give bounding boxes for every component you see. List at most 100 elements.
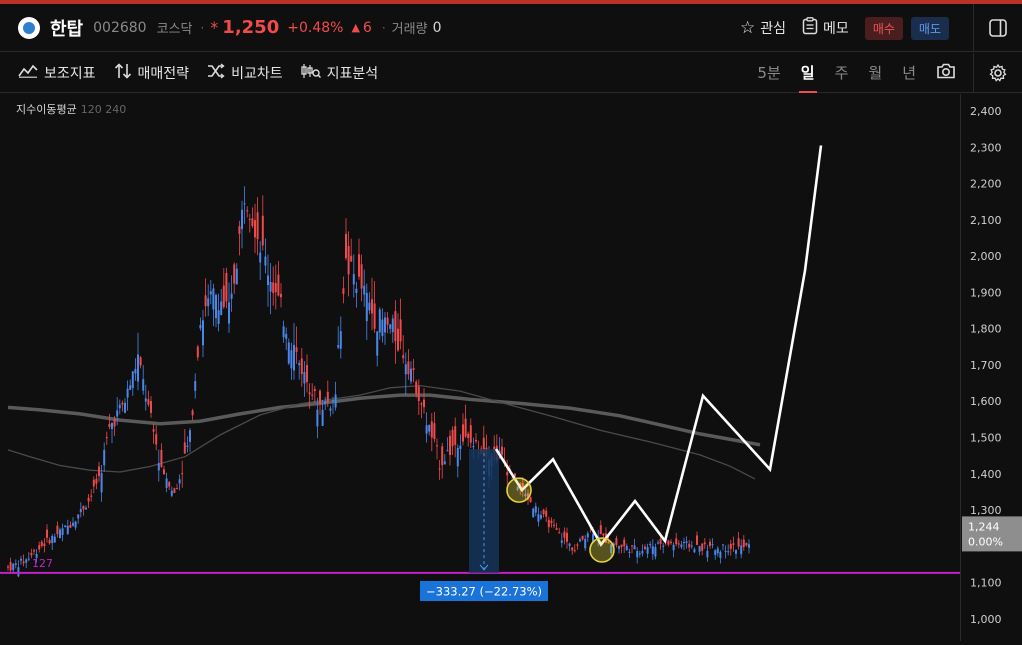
candle-body xyxy=(14,563,17,565)
candle-body xyxy=(651,546,654,554)
candle-body xyxy=(464,418,467,437)
candle-body xyxy=(472,446,475,448)
candle-body xyxy=(740,545,743,555)
candle-body xyxy=(129,385,132,390)
analysis-button[interactable]: 지표분석 xyxy=(300,63,378,83)
compare-button[interactable]: 비교차트 xyxy=(207,62,283,83)
candle-body xyxy=(170,490,173,496)
memo-button[interactable]: 메모 xyxy=(802,16,849,40)
candle-body xyxy=(545,510,548,517)
period-year[interactable]: 년 xyxy=(902,53,916,93)
candle-body xyxy=(152,429,155,432)
indicator-button[interactable]: 보조지표 xyxy=(18,63,96,83)
projection-path[interactable] xyxy=(494,145,823,547)
candle-body xyxy=(277,274,280,296)
highlight-circle[interactable] xyxy=(589,537,615,563)
chart-toolbar: 보조지표 매매전략 비교차트 지표분석 5분 일 주 월 년 xyxy=(0,53,1022,93)
candle-body xyxy=(709,541,711,546)
candle-body xyxy=(74,521,77,528)
candle-body xyxy=(113,418,116,427)
compare-label: 비교차트 xyxy=(231,65,283,82)
candle-body xyxy=(722,544,724,546)
candle-body xyxy=(646,547,649,554)
candle-body xyxy=(719,551,722,558)
candle-body xyxy=(287,342,290,364)
period-day[interactable]: 일 xyxy=(798,53,817,93)
candle-body xyxy=(365,292,368,322)
ema-120-line xyxy=(7,384,756,480)
candle-body xyxy=(92,479,95,487)
candle-body xyxy=(404,364,407,375)
chart-canvas[interactable]: 2,400 2,300 2,200 2,100 2,000 1,900 1,800 1,700… xyxy=(0,94,1022,641)
indicator-label: 보조지표 xyxy=(44,65,96,82)
candle-body xyxy=(207,298,210,307)
panel-layout-icon xyxy=(989,19,1007,37)
period-month[interactable]: 월 xyxy=(868,53,882,93)
candle-body xyxy=(360,264,363,289)
candle-body xyxy=(675,538,678,545)
candle-body xyxy=(222,285,225,307)
candle-body xyxy=(685,541,688,543)
candle-body xyxy=(43,543,46,547)
ma-legend-name: 지수이동평균 xyxy=(16,103,77,116)
side-panel-toggle[interactable] xyxy=(974,19,1022,37)
candle-body xyxy=(724,550,727,552)
period-week[interactable]: 주 xyxy=(835,53,849,93)
candle-body xyxy=(319,390,321,404)
candle-body xyxy=(298,363,301,366)
settings-button[interactable] xyxy=(973,53,1022,93)
candle-body xyxy=(412,368,415,370)
candle-body xyxy=(711,544,714,546)
candle-body xyxy=(467,433,470,438)
candle-body xyxy=(7,566,9,568)
moving-average-legend[interactable]: 지수이동평균 120 240 xyxy=(16,101,126,117)
candle-body xyxy=(529,497,532,502)
candle-body xyxy=(436,445,438,447)
candle-body xyxy=(204,295,207,307)
strategy-button[interactable]: 매매전략 xyxy=(114,62,189,83)
candle-body xyxy=(732,543,735,545)
period-5min[interactable]: 5분 xyxy=(757,53,780,93)
candle-body xyxy=(641,550,644,554)
buy-button[interactable]: 매수 xyxy=(864,16,903,40)
candle-body xyxy=(264,256,267,266)
candle-body xyxy=(628,551,631,553)
candle-body xyxy=(368,302,371,311)
candle-body xyxy=(501,446,503,455)
price-tick-label: 2,400 xyxy=(970,105,1002,118)
candle-body xyxy=(657,542,659,544)
candle-body xyxy=(178,479,181,484)
candle-body xyxy=(358,254,360,277)
candle-body xyxy=(131,371,134,389)
candle-body xyxy=(659,538,662,544)
candle-body xyxy=(9,562,12,571)
price-chart[interactable]: 지수이동평균 120 240 2,400 2,300 2,200 2,100 2,000 1… xyxy=(0,94,1022,641)
candle-body xyxy=(644,546,646,549)
candle-body xyxy=(576,544,579,546)
memo-label: 메모 xyxy=(823,21,849,37)
candle-body xyxy=(332,400,334,402)
candle-body xyxy=(25,559,28,563)
candle-body xyxy=(137,354,139,382)
candle-body xyxy=(69,525,72,528)
candle-body xyxy=(391,318,394,333)
candle-body xyxy=(672,544,675,551)
candle-body xyxy=(118,404,121,409)
candle-body xyxy=(654,547,657,557)
watchlist-button[interactable]: ☆ 관심 xyxy=(740,18,786,38)
camera-icon[interactable] xyxy=(936,63,956,84)
candle-body xyxy=(690,545,693,547)
stock-name[interactable]: 한탑 xyxy=(50,15,83,41)
candle-body xyxy=(701,543,704,551)
candle-body xyxy=(235,268,238,285)
sell-button[interactable]: 매도 xyxy=(910,16,949,40)
clipboard-icon xyxy=(802,16,818,40)
drawing-overlays: 127 −333.27 (−22.73%) 1,244 0.00% xyxy=(0,145,1022,601)
candle-body xyxy=(173,488,176,493)
candle-body xyxy=(280,293,282,298)
price-tick-label: 1,800 xyxy=(970,323,1002,336)
candle-body xyxy=(454,426,457,445)
candle-body xyxy=(142,379,145,391)
candle-body xyxy=(272,282,275,293)
highlight-circle[interactable] xyxy=(506,477,532,503)
